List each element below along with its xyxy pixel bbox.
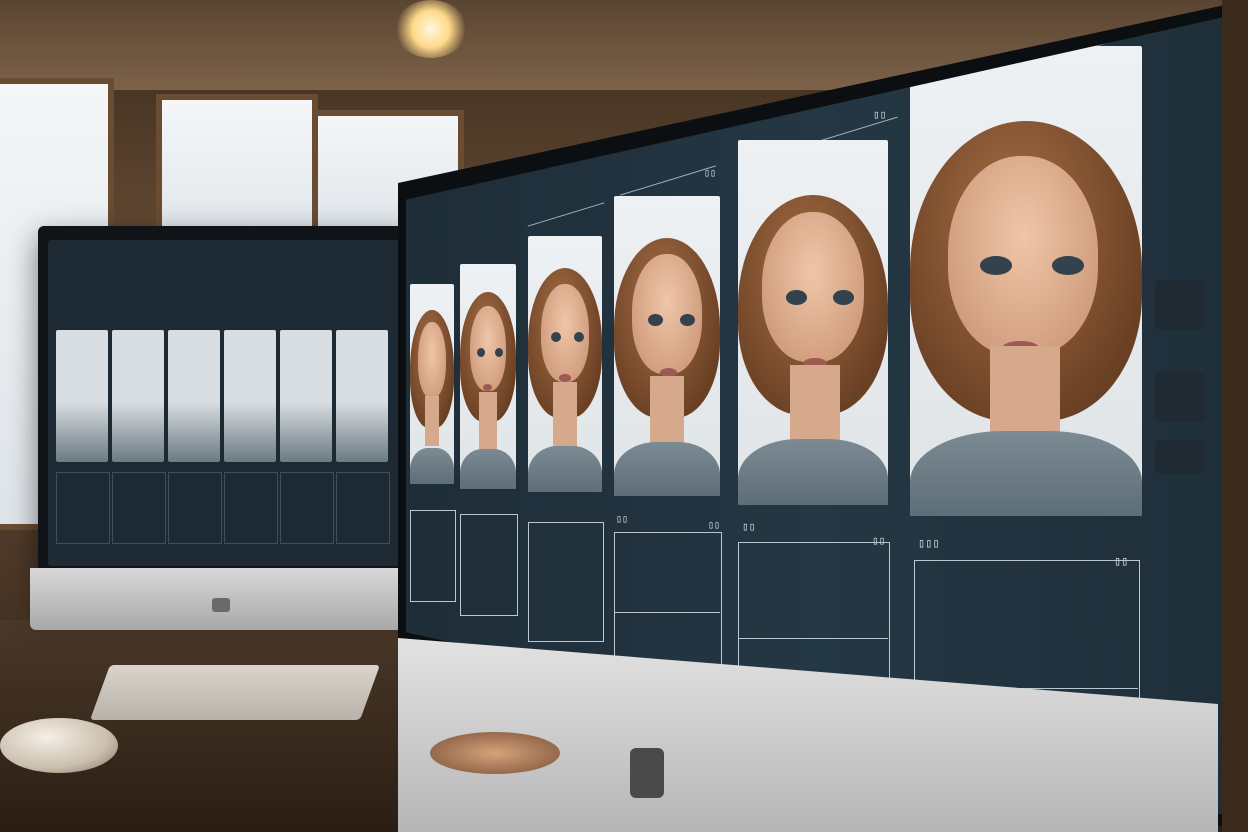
mid-tag: ▯▯▯ xyxy=(918,536,940,550)
left-thumbnail xyxy=(168,330,220,462)
portrait-card xyxy=(614,196,720,496)
top-rule xyxy=(527,202,605,227)
right-frame-edge xyxy=(1222,0,1248,832)
main-monitor: ▯▯ ▯ ▯ ▯ ▯ ▯ ▯▯ ▯▯ ▯▯ ▯▯ ▯▯ ▯▯ xyxy=(398,0,1248,832)
main-monitor-logo xyxy=(630,748,664,798)
left-monitor-screen xyxy=(48,240,408,566)
left-monitor-logo xyxy=(212,598,230,612)
photo-scene: ▯▯ ▯ ▯ ▯ ▯ ▯ ▯▯ ▯▯ ▯▯ ▯▯ ▯▯ ▯▯ xyxy=(0,0,1248,832)
column-tag: ▯▯ xyxy=(704,168,717,179)
side-panel-icon xyxy=(1155,280,1205,330)
left-panel xyxy=(336,472,390,544)
portrait-card xyxy=(738,140,888,505)
top-rule xyxy=(620,165,716,196)
left-panel xyxy=(280,472,334,544)
panel-divider xyxy=(738,638,888,639)
annotation-panel xyxy=(528,522,604,642)
left-thumbnail xyxy=(224,330,276,462)
left-thumbnail xyxy=(56,330,108,462)
left-panel xyxy=(56,472,110,544)
column-tag: ▯▯ xyxy=(873,108,887,121)
panel-divider xyxy=(614,612,720,613)
portrait-card xyxy=(910,46,1142,516)
left-thumbnail xyxy=(112,330,164,462)
monitor-stand-foot xyxy=(430,732,560,774)
mid-tag: ▯▯ xyxy=(708,520,721,531)
left-panel xyxy=(168,472,222,544)
mid-tag: ▯▯ xyxy=(742,520,756,533)
side-panel-icon xyxy=(1155,440,1205,474)
portrait-card xyxy=(528,236,602,492)
annotation-panel xyxy=(614,532,722,670)
left-panel xyxy=(112,472,166,544)
left-panel xyxy=(224,472,278,544)
left-monitor xyxy=(38,226,418,606)
left-thumbnail xyxy=(280,330,332,462)
portrait-card xyxy=(460,264,516,489)
side-panel-icon xyxy=(1155,372,1205,422)
left-thumbnail xyxy=(336,330,388,462)
annotation-panel xyxy=(460,514,518,616)
computer-mouse xyxy=(0,718,118,773)
paper-on-desk xyxy=(89,665,381,720)
annotation-panel xyxy=(410,510,456,602)
mid-tag: ▯▯ xyxy=(616,514,629,525)
portrait-card xyxy=(410,284,454,484)
